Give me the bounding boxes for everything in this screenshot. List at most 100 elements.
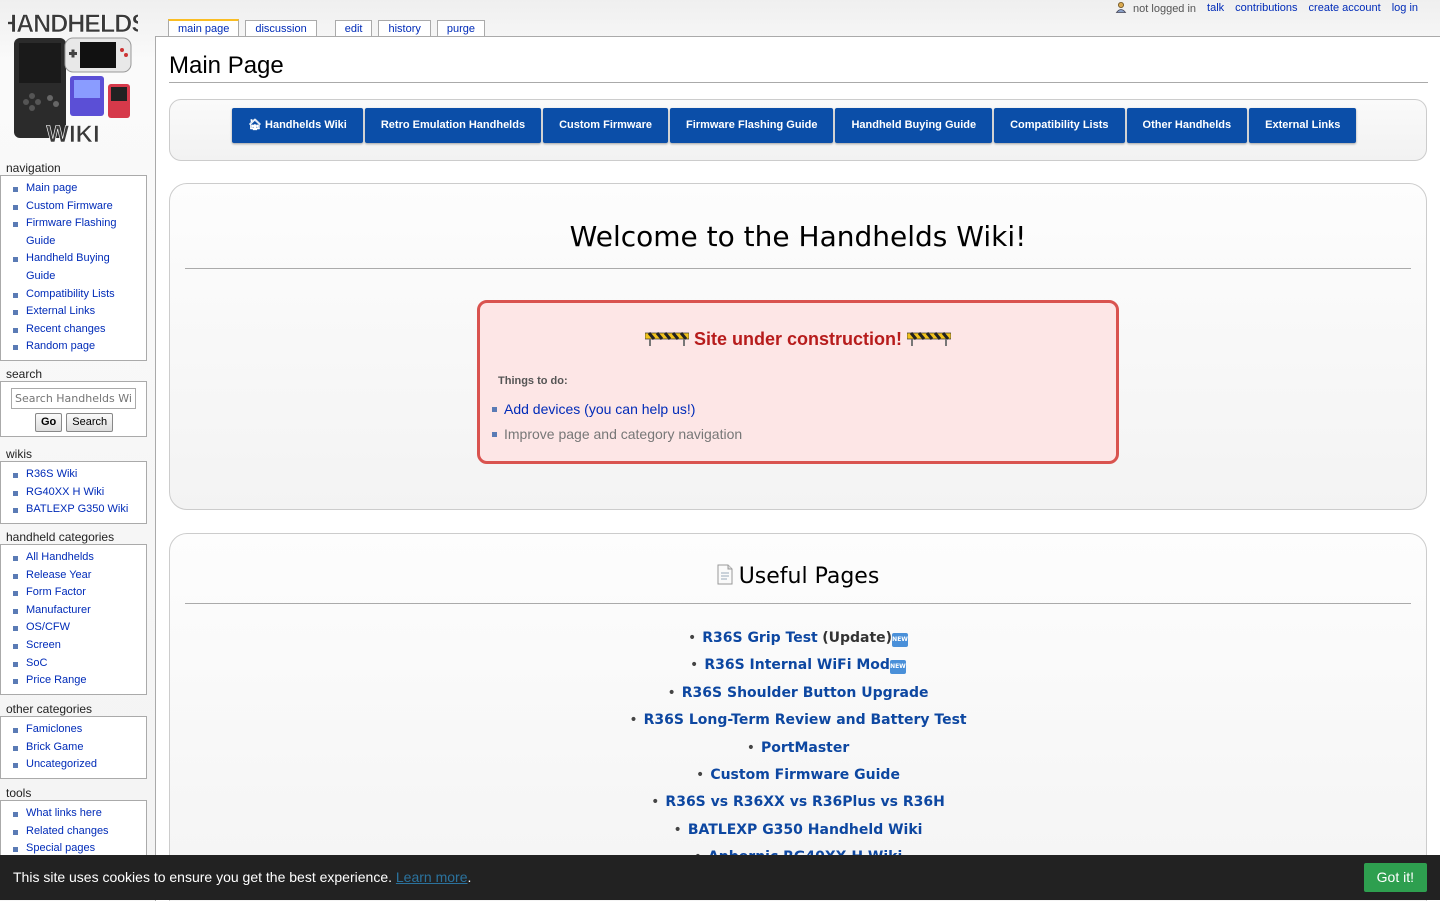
list-item: • BATLEXP G350 Handheld Wiki	[673, 821, 923, 838]
navbar-button-firmware-flashing-guide[interactable]: Firmware Flashing Guide	[670, 108, 834, 143]
other-categories-portlet: other categories Famiclones Brick Game U…	[0, 702, 147, 779]
useful-pages-title: Useful Pages	[738, 564, 880, 589]
list-item: • R36S Internal WiFi ModNEW	[690, 657, 906, 675]
site-logo[interactable]: HANDHELDS WIKI	[0, 6, 149, 149]
sidebar-item-firmware-flashing-guide[interactable]: Firmware Flashing Guide	[26, 217, 116, 247]
sidebar-item-special-pages[interactable]: Special pages	[26, 842, 95, 854]
add-devices-link[interactable]: Add devices (you can help us!)	[504, 401, 695, 417]
sidebar-item-form-factor[interactable]: Form Factor	[26, 586, 86, 598]
list-item: • R36S vs R36XX vs R36Plus vs R36H	[651, 794, 945, 811]
navigation-portlet: navigation Main page Custom Firmware Fir…	[0, 161, 147, 361]
talk-link[interactable]: talk	[1207, 2, 1224, 14]
not-logged-in-label: not logged in	[1133, 3, 1197, 15]
navigation-heading: navigation	[6, 161, 61, 175]
construction-notice: Site under construction! Things to do: A…	[477, 300, 1119, 464]
cookie-message: This site uses cookies to ensure you get…	[13, 869, 471, 885]
sidebar-item-price-range[interactable]: Price Range	[26, 674, 87, 686]
search-button[interactable]: Search	[66, 413, 114, 432]
wikis-heading: wikis	[6, 447, 32, 461]
sidebar-item-release-year[interactable]: Release Year	[26, 569, 91, 581]
useful-link-r36s-shoulder-button-upgrade[interactable]: R36S Shoulder Button Upgrade	[682, 685, 929, 701]
construction-title: Site under construction!	[693, 329, 902, 349]
cookie-text: This site uses cookies to ensure you get…	[13, 869, 392, 885]
tab-main-page[interactable]: main page	[168, 19, 240, 37]
sidebar-item-custom-firmware[interactable]: Custom Firmware	[26, 200, 113, 212]
sidebar-item-random-page[interactable]: Random page	[26, 340, 95, 352]
sidebar-item-all-handhelds[interactable]: All Handhelds	[26, 551, 94, 563]
other-categories-heading: other categories	[6, 702, 93, 716]
sidebar-item-os-cfw[interactable]: OS/CFW	[26, 621, 70, 633]
welcome-heading: Welcome to the Handhelds Wiki!	[569, 220, 1027, 253]
useful-link-r36s-long-term-review[interactable]: R36S Long-Term Review and Battery Test	[644, 712, 967, 728]
sidebar-item-famiclones[interactable]: Famiclones	[26, 723, 82, 735]
navbar-button-compatibility-lists[interactable]: Compatibility Lists	[994, 108, 1125, 143]
create-account-link[interactable]: create account	[1309, 2, 1381, 14]
useful-link-custom-firmware-guide[interactable]: Custom Firmware Guide	[710, 767, 900, 783]
sidebar-item-manufacturer[interactable]: Manufacturer	[26, 604, 91, 616]
log-in-link[interactable]: log in	[1392, 2, 1418, 14]
sidebar-item-compatibility-lists[interactable]: Compatibility Lists	[26, 288, 115, 300]
page-tabs: main page discussion edit history purge	[168, 19, 491, 37]
update-label: (Update)	[822, 630, 893, 646]
go-button[interactable]: Go	[35, 413, 63, 432]
sidebar-item-soc[interactable]: SoC	[26, 657, 47, 669]
learn-more-link[interactable]: Learn more	[396, 869, 468, 885]
tools-portlet: tools What links here Related changes Sp…	[0, 786, 147, 863]
navbar-button-external-links[interactable]: External Links	[1249, 108, 1357, 143]
sidebar-item-uncategorized[interactable]: Uncategorized	[26, 758, 97, 770]
wiki-navbar: 🏠︎ Handhelds Wiki Retro Emulation Handhe…	[169, 99, 1427, 161]
sidebar-item-handheld-buying-guide[interactable]: Handheld Buying Guide	[26, 252, 110, 282]
tab-history[interactable]: history	[378, 20, 431, 37]
useful-link-r36s-internal-wifi-mod[interactable]: R36S Internal WiFi Mod	[704, 657, 890, 673]
cookie-banner: This site uses cookies to ensure you get…	[0, 855, 1440, 900]
search-portlet: search Go Search	[0, 367, 147, 437]
list-item: • R36S Shoulder Button Upgrade	[667, 684, 929, 701]
page-icon	[717, 564, 733, 585]
useful-link-portmaster[interactable]: PortMaster	[761, 740, 849, 756]
contributions-link[interactable]: contributions	[1235, 2, 1297, 14]
list-item: • R36S Grip Test (Update)NEW	[687, 630, 909, 647]
sidebar-item-batlexp-g350-wiki[interactable]: BATLEXP G350 Wiki	[26, 503, 128, 515]
tab-purge[interactable]: purge	[436, 20, 486, 37]
useful-pages-heading: Useful Pages	[170, 564, 1426, 589]
handhelds-logo-image: HANDHELDS WIKI	[0, 10, 149, 149]
navbar-button-handheld-buying-guide[interactable]: Handheld Buying Guide	[835, 108, 993, 143]
useful-link-r36s-grip-test[interactable]: R36S Grip Test	[702, 630, 818, 646]
navbar-button-other-handhelds[interactable]: Other Handhelds	[1126, 108, 1248, 143]
logo-text-bottom: WIKI	[46, 121, 99, 148]
useful-link-batlexp-g350-wiki[interactable]: BATLEXP G350 Handheld Wiki	[688, 822, 923, 838]
tab-discussion[interactable]: discussion	[245, 20, 317, 37]
sidebar-item-recent-changes[interactable]: Recent changes	[26, 323, 106, 335]
sidebar-item-main-page[interactable]: Main page	[26, 182, 77, 194]
new-badge-icon: NEW	[892, 633, 909, 647]
sidebar-item-brick-game[interactable]: Brick Game	[26, 741, 83, 753]
page-title: Main Page	[169, 52, 284, 79]
tab-edit[interactable]: edit	[334, 20, 373, 37]
sidebar-item-screen[interactable]: Screen	[26, 639, 61, 651]
search-input[interactable]	[11, 388, 136, 409]
content-area: Main Page 🏠︎ Handhelds Wiki Retro Emulat…	[155, 36, 1440, 901]
personal-status: not logged in	[1115, 1, 1196, 15]
useful-link-r36s-comparison[interactable]: R36S vs R36XX vs R36Plus vs R36H	[665, 794, 944, 810]
list-item: Improve page and category navigation	[489, 424, 742, 449]
barricade-icon	[907, 332, 952, 346]
sidebar-item-related-changes[interactable]: Related changes	[26, 825, 109, 837]
tools-heading: tools	[6, 786, 32, 800]
sidebar-item-r36s-wiki[interactable]: R36S Wiki	[26, 468, 77, 480]
navbar-button-handhelds-wiki[interactable]: 🏠︎ Handhelds Wiki	[232, 108, 363, 143]
todo-list: Add devices (you can help us!) Improve p…	[489, 399, 742, 449]
new-badge-icon: NEW	[889, 660, 906, 675]
sidebar-item-external-links[interactable]: External Links	[26, 305, 95, 317]
navbar-button-retro-emulation-handhelds[interactable]: Retro Emulation Handhelds	[364, 108, 542, 143]
navbar-button-custom-firmware[interactable]: Custom Firmware	[543, 108, 669, 143]
todo-label: Things to do:	[498, 375, 568, 387]
sidebar-item-rg40xx-h-wiki[interactable]: RG40XX H Wiki	[26, 486, 104, 498]
navbar-button-label: Handhelds Wiki	[265, 119, 347, 131]
handheld-categories-heading: handheld categories	[6, 530, 115, 544]
useful-divider	[185, 603, 1411, 604]
sidebar-item-what-links-here[interactable]: What links here	[26, 807, 102, 819]
list-item: Add devices (you can help us!)	[489, 399, 742, 424]
welcome-divider	[185, 268, 1411, 269]
user-icon	[1115, 2, 1127, 13]
cookie-accept-button[interactable]: Got it!	[1363, 863, 1427, 892]
